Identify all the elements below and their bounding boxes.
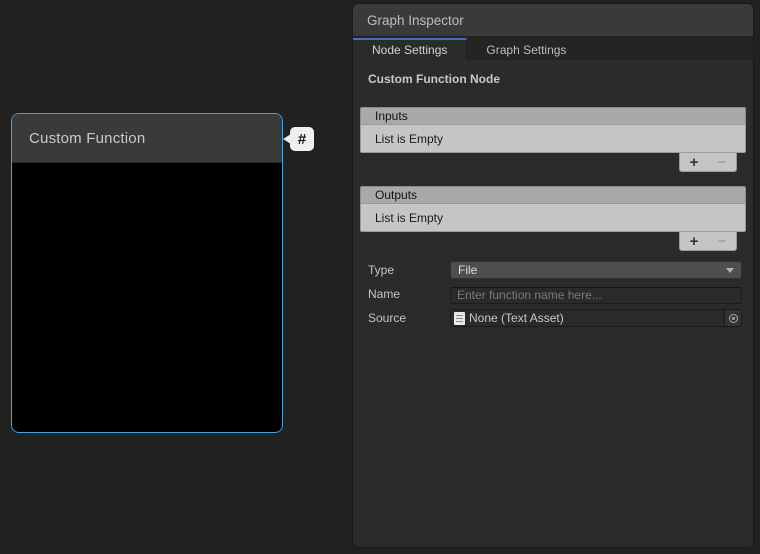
outputs-list-header: Outputs bbox=[360, 186, 746, 203]
tab-bar: Node Settings Graph Settings bbox=[353, 38, 753, 60]
outputs-remove-button[interactable]: − bbox=[710, 233, 735, 250]
outputs-list: Outputs List is Empty + − bbox=[360, 186, 746, 232]
tab-node-settings-label: Node Settings bbox=[372, 43, 447, 57]
object-picker-button[interactable] bbox=[724, 310, 741, 326]
custom-function-node[interactable]: Custom Function bbox=[11, 113, 283, 433]
inputs-list: Inputs List is Empty + − bbox=[360, 107, 746, 153]
panel-header[interactable]: Graph Inspector bbox=[353, 4, 753, 38]
inputs-list-empty-row: List is Empty bbox=[360, 124, 746, 153]
function-name-input[interactable] bbox=[450, 287, 742, 304]
node-hash-badge[interactable]: # bbox=[290, 127, 314, 151]
outputs-list-footer: + − bbox=[679, 232, 737, 251]
graph-inspector-panel: Graph Inspector Node Settings Graph Sett… bbox=[353, 4, 753, 547]
inputs-add-button[interactable]: + bbox=[682, 154, 707, 171]
outputs-list-empty-row: List is Empty bbox=[360, 203, 746, 232]
node-title: Custom Function bbox=[29, 130, 145, 147]
inputs-remove-button[interactable]: − bbox=[710, 154, 735, 171]
object-picker-icon bbox=[729, 314, 738, 323]
text-asset-icon bbox=[454, 312, 465, 325]
inputs-list-header: Inputs bbox=[360, 107, 746, 124]
source-object-field[interactable]: None (Text Asset) bbox=[450, 309, 742, 327]
source-label: Source bbox=[368, 311, 406, 325]
type-dropdown-value: File bbox=[458, 263, 477, 277]
name-control bbox=[450, 286, 742, 304]
hash-icon: # bbox=[298, 131, 306, 148]
chevron-down-icon bbox=[726, 268, 734, 273]
section-heading: Custom Function Node bbox=[368, 72, 500, 86]
type-label: Type bbox=[368, 263, 394, 277]
name-label: Name bbox=[368, 287, 400, 301]
node-preview-body bbox=[12, 163, 282, 431]
inputs-list-footer: + − bbox=[679, 153, 737, 172]
tab-graph-settings-label: Graph Settings bbox=[486, 43, 566, 57]
source-control: None (Text Asset) bbox=[450, 309, 742, 327]
node-titlebar[interactable]: Custom Function bbox=[12, 114, 282, 163]
tab-graph-settings[interactable]: Graph Settings bbox=[467, 38, 586, 60]
type-control: File bbox=[450, 261, 742, 279]
outputs-add-button[interactable]: + bbox=[682, 233, 707, 250]
type-dropdown[interactable]: File bbox=[450, 261, 742, 279]
source-object-value: None (Text Asset) bbox=[469, 311, 564, 325]
panel-title: Graph Inspector bbox=[367, 13, 464, 28]
tab-node-settings[interactable]: Node Settings bbox=[353, 38, 467, 60]
